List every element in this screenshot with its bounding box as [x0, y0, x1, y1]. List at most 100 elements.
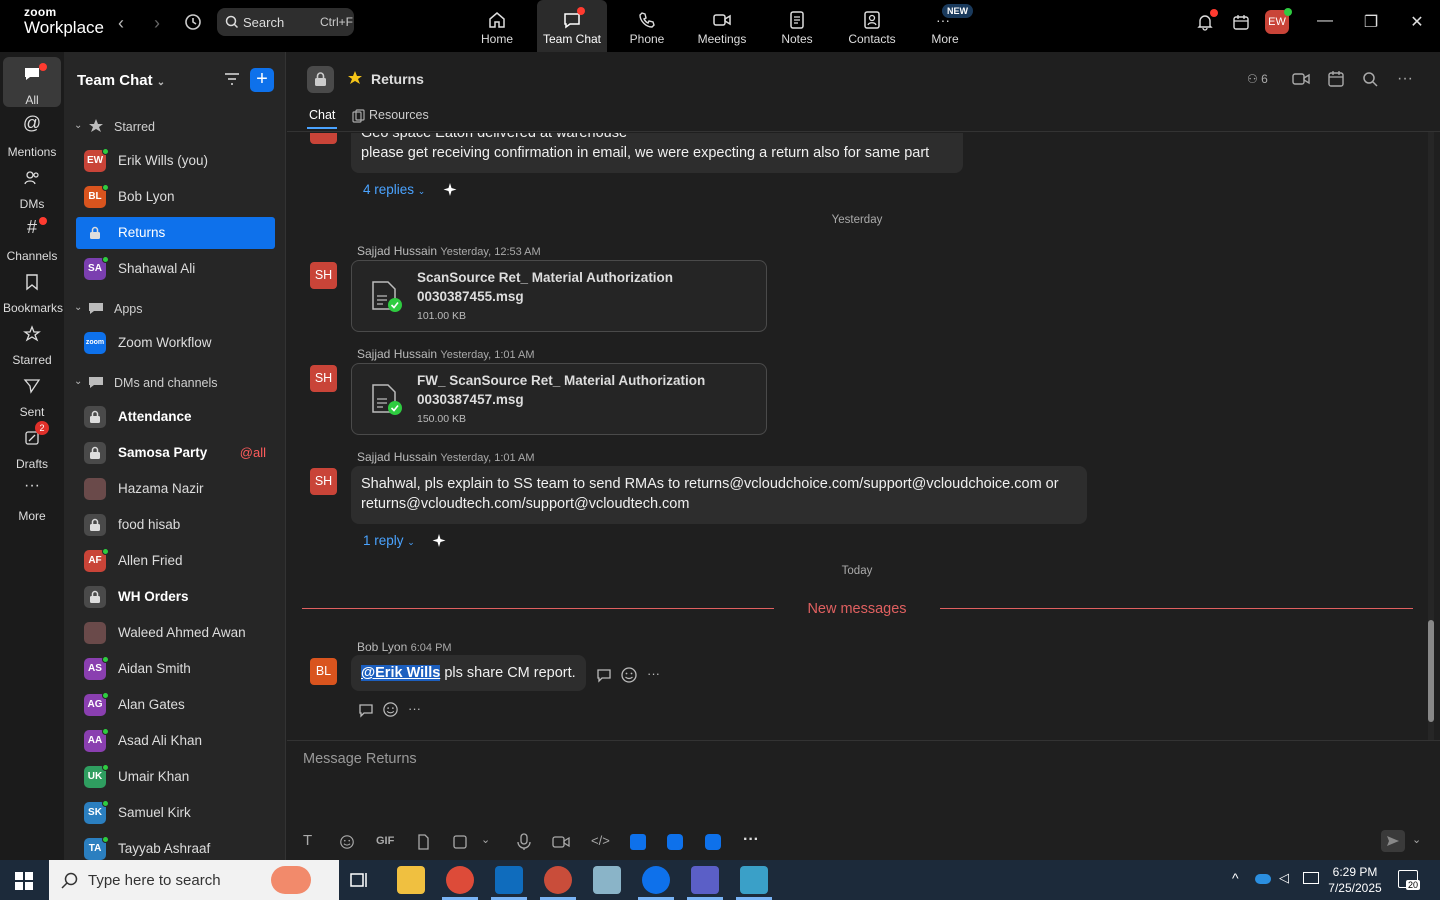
sidebar-item[interactable]: Returns: [76, 217, 275, 249]
teams-icon[interactable]: [691, 866, 719, 894]
code-snippet-icon[interactable]: </>: [591, 833, 610, 848]
minimize-icon[interactable]: —: [1315, 12, 1335, 32]
avatar[interactable]: SH: [310, 365, 337, 392]
message-bubble[interactable]: Geo space Eaton delivered at warehouse p…: [351, 133, 963, 173]
app-icon[interactable]: [593, 866, 621, 894]
zoom-app-icon[interactable]: [667, 834, 683, 850]
more-tools-icon[interactable]: ···: [743, 831, 759, 849]
rail-more[interactable]: ··· More: [3, 473, 61, 523]
clock[interactable]: 6:29 PM 7/25/2025: [1328, 864, 1382, 896]
mention-tag[interactable]: @Erik Wills: [361, 665, 441, 681]
taskbar-search[interactable]: Type here to search: [49, 860, 339, 900]
sidebar-item[interactable]: Samosa Party @all: [76, 437, 275, 469]
nav-meetings[interactable]: Meetings: [687, 0, 757, 52]
replies-link[interactable]: 4 replies ⌄: [363, 182, 425, 197]
calendar-app-icon[interactable]: [1232, 13, 1250, 31]
message-bubble[interactable]: @Erik Wills pls share CM report.: [351, 655, 586, 691]
nav-team-chat[interactable]: Team Chat: [537, 0, 607, 52]
app-icon[interactable]: [740, 866, 768, 894]
more-options-icon[interactable]: ···: [408, 701, 421, 716]
zoom-taskbar-icon[interactable]: [642, 866, 670, 894]
nav-notes[interactable]: Notes: [762, 0, 832, 52]
file-attachment[interactable]: FW_ ScanSource Ret_ Material Authorizati…: [351, 363, 767, 435]
sidebar-item[interactable]: zoom Zoom Workflow: [76, 327, 275, 359]
sidebar-item[interactable]: AS Aidan Smith: [76, 653, 275, 685]
rail-dms[interactable]: DMs: [3, 161, 61, 211]
emoji-reaction-icon[interactable]: [382, 701, 399, 718]
history-icon[interactable]: [183, 12, 203, 32]
chrome-profile-icon[interactable]: [544, 866, 572, 894]
rail-starred[interactable]: Starred: [3, 317, 61, 367]
rail-sent[interactable]: Sent: [3, 369, 61, 419]
text-format-icon[interactable]: T: [303, 832, 312, 849]
zoom-docs-icon[interactable]: [630, 834, 646, 850]
windows-start-icon[interactable]: [15, 872, 33, 890]
rail-all[interactable]: All: [3, 57, 61, 107]
sidebar-item[interactable]: Hazama Nazir: [76, 473, 275, 505]
attach-file-icon[interactable]: [415, 834, 431, 850]
zoom-meeting-icon[interactable]: [705, 834, 721, 850]
send-button[interactable]: [1381, 830, 1405, 852]
chrome-icon[interactable]: [446, 866, 474, 894]
new-chat-button[interactable]: +: [250, 68, 274, 92]
more-options-icon[interactable]: ···: [647, 666, 660, 681]
nav-phone[interactable]: Phone: [612, 0, 682, 52]
sidebar-item[interactable]: AF Allen Fried: [76, 545, 275, 577]
back-arrow-icon[interactable]: ‹: [110, 12, 132, 34]
rail-bookmarks[interactable]: Bookmarks: [3, 265, 63, 315]
network-icon[interactable]: [1303, 872, 1319, 884]
sidebar-item[interactable]: UK Umair Khan: [76, 761, 275, 793]
search-input[interactable]: Search Ctrl+F: [217, 8, 354, 36]
chevron-down-icon[interactable]: ⌄: [481, 833, 490, 846]
bell-icon[interactable]: [1196, 9, 1218, 31]
calendar-icon[interactable]: [1327, 70, 1345, 88]
close-icon[interactable]: ✕: [1407, 12, 1427, 32]
file-explorer-icon[interactable]: [397, 866, 425, 894]
sidebar-item[interactable]: BL Bob Lyon: [76, 181, 275, 213]
message-bubble[interactable]: Shahwal, pls explain to SS team to send …: [351, 466, 1087, 524]
ai-sparkle-icon[interactable]: [442, 182, 458, 198]
video-message-icon[interactable]: [552, 835, 570, 849]
sidebar-item[interactable]: food hisab: [76, 509, 275, 541]
filter-icon[interactable]: [223, 71, 241, 87]
channel-title[interactable]: Returns: [371, 71, 424, 87]
tab-chat[interactable]: Chat: [306, 108, 338, 129]
sidebar-title[interactable]: Team Chat ⌄: [77, 72, 165, 89]
onedrive-icon[interactable]: [1255, 874, 1271, 884]
outlook-icon[interactable]: [495, 866, 523, 894]
sidebar-item[interactable]: AA Asad Ali Khan: [76, 725, 275, 757]
sidebar-item[interactable]: Waleed Ahmed Awan: [76, 617, 275, 649]
nav-home[interactable]: Home: [462, 0, 532, 52]
reply-icon[interactable]: [358, 702, 374, 718]
ai-sparkle-icon[interactable]: [431, 533, 447, 549]
message-input[interactable]: Message Returns: [303, 751, 417, 767]
emoji-reaction-icon[interactable]: [620, 666, 638, 684]
speaker-icon[interactable]: ◁: [1279, 870, 1289, 886]
tab-resources[interactable]: Resources: [369, 108, 429, 122]
file-attachment[interactable]: ScanSource Ret_ Material Authorization 00…: [351, 260, 767, 332]
search-icon[interactable]: [1362, 71, 1378, 87]
nav-contacts[interactable]: Contacts: [837, 0, 907, 52]
sidebar-item[interactable]: EW Erik Wills (you): [76, 145, 275, 177]
sidebar-item[interactable]: SK Samuel Kirk: [76, 797, 275, 829]
tray-chevron-icon[interactable]: ^: [1232, 870, 1239, 886]
sidebar-item[interactable]: AG Alan Gates: [76, 689, 275, 721]
nav-more[interactable]: ··· NEW More: [910, 0, 980, 52]
rail-mentions[interactable]: @ Mentions: [3, 109, 61, 159]
microphone-icon[interactable]: [516, 833, 532, 851]
gif-button[interactable]: GIF: [376, 835, 394, 847]
restore-icon[interactable]: ❐: [1361, 12, 1381, 32]
chevron-down-icon[interactable]: ⌄: [1412, 833, 1421, 846]
rail-drafts[interactable]: 2 Drafts: [3, 421, 61, 471]
sidebar-item[interactable]: SA Shahawal Ali: [76, 253, 275, 285]
avatar[interactable]: SH: [310, 468, 337, 495]
rail-channels[interactable]: # Channels: [3, 213, 61, 263]
replies-link[interactable]: 1 reply ⌄: [363, 533, 415, 548]
scrollbar-thumb[interactable]: [1428, 620, 1434, 722]
emoji-icon[interactable]: [339, 834, 355, 850]
sidebar-item[interactable]: WH Orders: [76, 581, 275, 613]
reply-icon[interactable]: [596, 667, 612, 683]
sidebar-item[interactable]: Attendance: [76, 401, 275, 433]
task-view-icon[interactable]: [350, 871, 370, 889]
forward-arrow-icon[interactable]: ›: [146, 12, 168, 34]
